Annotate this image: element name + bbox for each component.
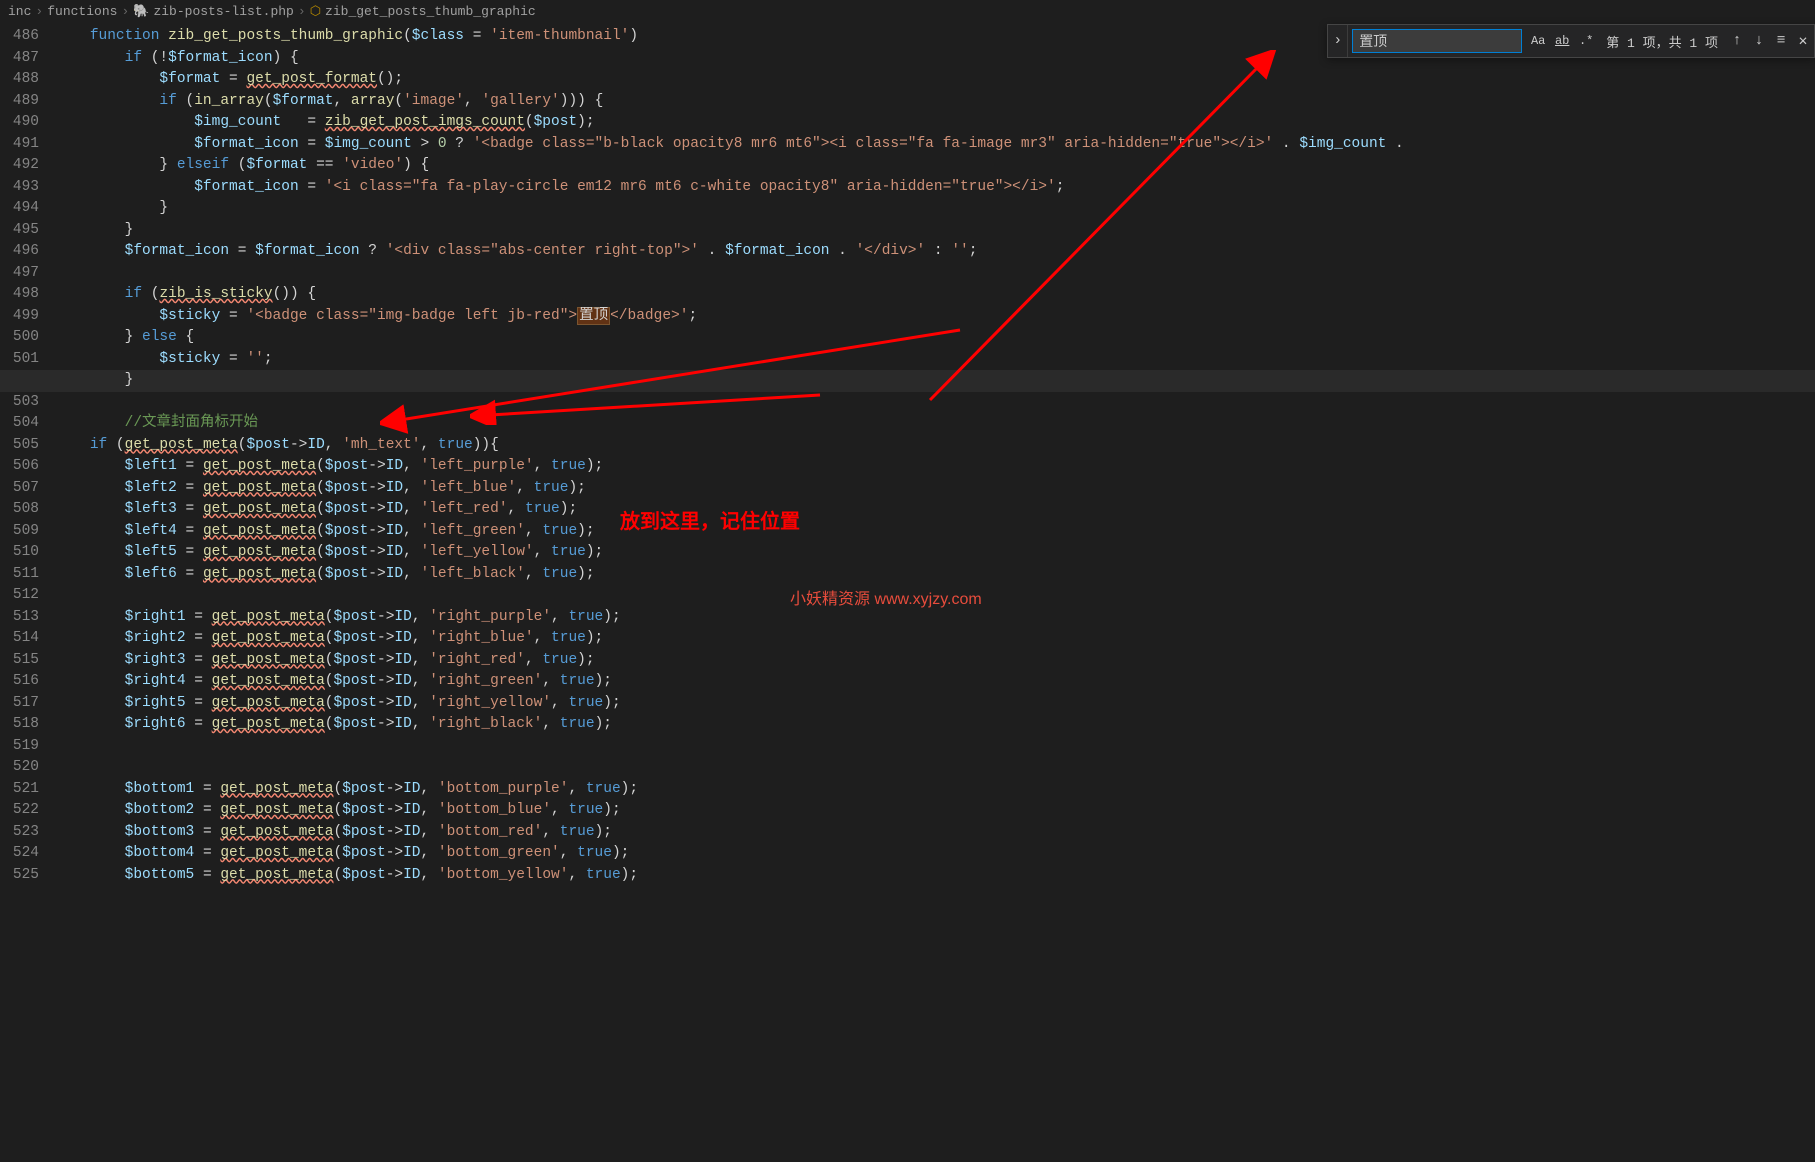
find-next[interactable]: ↓ — [1748, 30, 1770, 52]
find-word-option[interactable]: ab — [1551, 30, 1573, 52]
find-close[interactable]: ✕ — [1792, 30, 1814, 52]
find-case-option[interactable]: Aa — [1527, 30, 1549, 52]
find-regex-option[interactable]: .* — [1575, 30, 1597, 52]
breadcrumb-seg[interactable]: zib-posts-list.php — [153, 4, 293, 19]
line-number-gutter: 4864874884894904914924934944954964974984… — [0, 22, 55, 1162]
breadcrumb-seg[interactable]: zib_get_posts_thumb_graphic — [325, 4, 536, 19]
find-status: 第 1 项，共 1 项 — [1606, 32, 1718, 51]
annotation-text: 放到这里，记住位置 — [620, 505, 800, 534]
breadcrumb-seg[interactable]: inc — [8, 4, 31, 19]
find-menu[interactable]: ≡ — [1770, 30, 1792, 52]
function-icon: ⬡ — [310, 4, 321, 19]
find-prev[interactable]: ↑ — [1726, 30, 1748, 52]
php-icon: 🐘 — [133, 4, 149, 19]
breadcrumb-sep: › — [121, 4, 129, 19]
breadcrumb-sep: › — [35, 4, 43, 19]
breadcrumb-seg[interactable]: functions — [47, 4, 117, 19]
find-toggle-replace[interactable]: › — [1328, 25, 1348, 57]
breadcrumb: inc › functions › 🐘 zib-posts-list.php ›… — [0, 0, 1815, 22]
watermark: 小妖精资源 www.xyjzy.com — [790, 585, 982, 609]
find-input[interactable] — [1352, 29, 1522, 53]
breadcrumb-sep: › — [298, 4, 306, 19]
find-widget: › Aa ab .* 第 1 项，共 1 项 ↑ ↓ ≡ ✕ — [1327, 24, 1815, 58]
